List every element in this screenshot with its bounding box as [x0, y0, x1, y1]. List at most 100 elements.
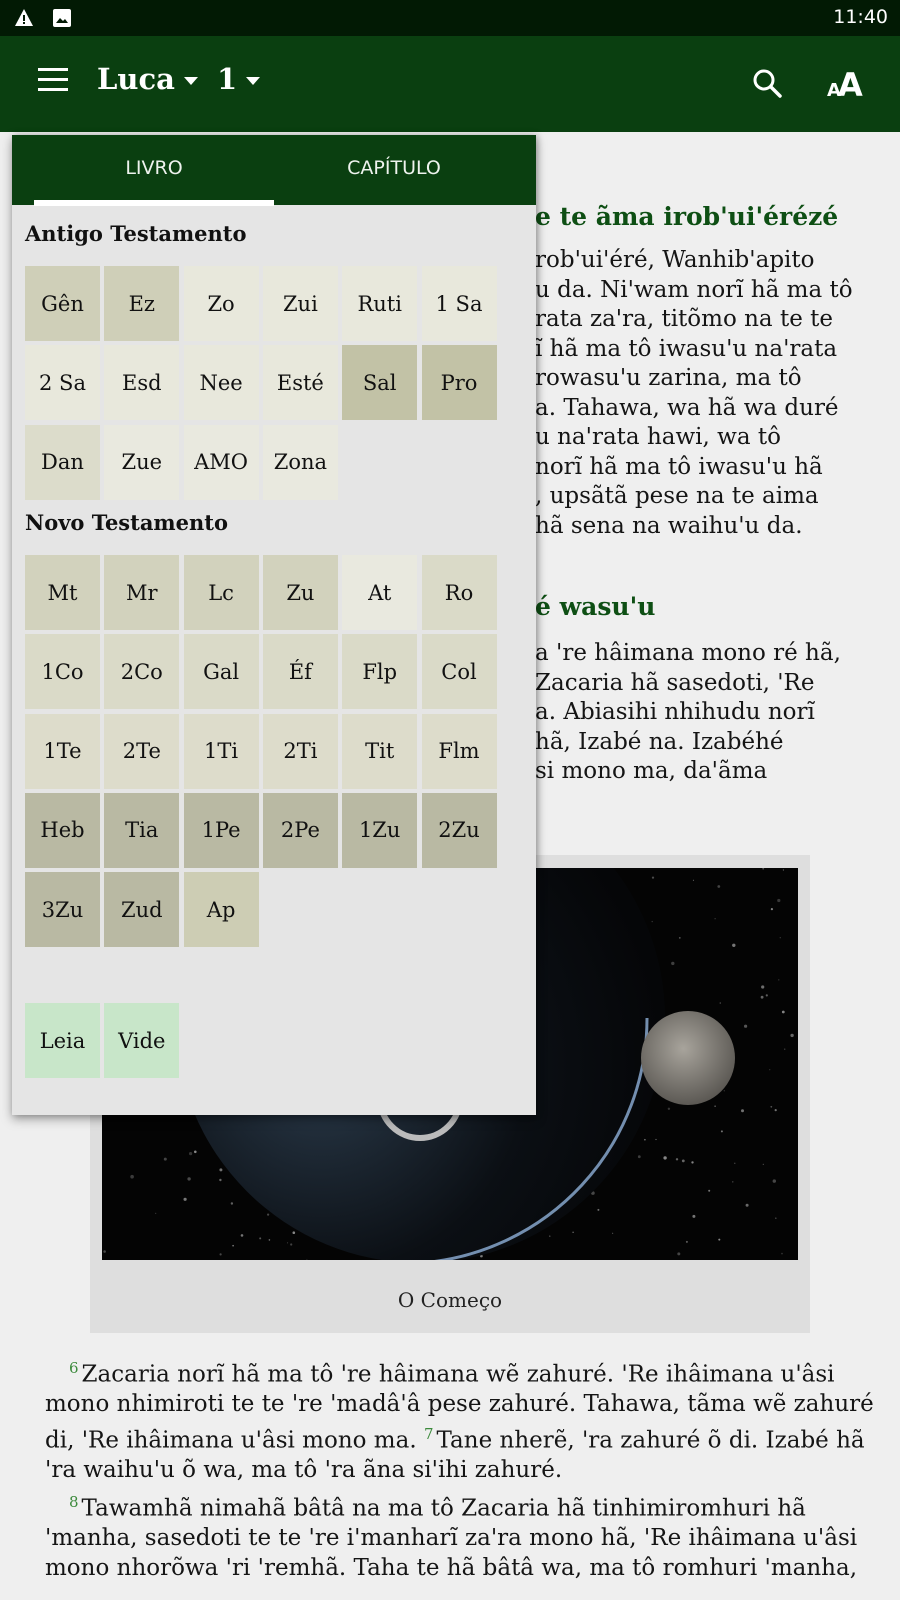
- warning-icon: [15, 9, 33, 26]
- star: [306, 1258, 308, 1260]
- book-tile-zui[interactable]: Zui: [262, 266, 338, 341]
- star: [765, 994, 768, 997]
- star: [230, 1202, 234, 1205]
- book-tile-flm[interactable]: Flm: [421, 713, 497, 789]
- book-tile-1te[interactable]: 1Te: [25, 713, 100, 789]
- book-tile-gên[interactable]: Gên: [25, 266, 100, 341]
- star: [732, 943, 736, 947]
- book-tile-ap[interactable]: Ap: [183, 872, 259, 948]
- text-line: u na'rata hawi, wa tô: [535, 424, 781, 450]
- book-tile-2zu[interactable]: 2Zu: [421, 792, 497, 868]
- star: [714, 1105, 716, 1107]
- old-testament-title: Antigo Testamento: [25, 221, 247, 246]
- book-chooser-panel: LIVRO CAPÍTULO Antigo Testamento Gên Ez Zo…: [12, 135, 536, 1115]
- book-tile-esté[interactable]: Esté: [262, 345, 338, 421]
- star: [772, 1179, 776, 1183]
- book-tile-ruti[interactable]: Ruti: [342, 266, 418, 341]
- star: [781, 1010, 785, 1014]
- star: [770, 908, 774, 911]
- star: [769, 1069, 771, 1071]
- book-tile-zu[interactable]: Zu: [262, 555, 338, 630]
- text-line: norĩ hã ma tô iwasu'u hã: [535, 453, 823, 480]
- book-tile-zona[interactable]: Zona: [262, 424, 338, 500]
- extra-tile-leia[interactable]: Leia: [25, 1003, 100, 1078]
- star: [219, 1253, 222, 1256]
- text-size-icon[interactable]: A A: [820, 60, 868, 108]
- star: [723, 1090, 725, 1092]
- book-tile-esd[interactable]: Esd: [104, 345, 180, 421]
- tab-livro[interactable]: LIVRO: [34, 135, 274, 205]
- star: [681, 1159, 685, 1163]
- book-tile-dan[interactable]: Dan: [25, 424, 100, 500]
- book-tile-ez[interactable]: Ez: [104, 266, 180, 341]
- verse-text: mono nhorõwa 'ri 'remhã. Taha te hã bâtâ…: [45, 1554, 858, 1581]
- book-tile-1zu[interactable]: 1Zu: [342, 792, 418, 868]
- book-tile-nee[interactable]: Nee: [183, 345, 259, 421]
- book-tile-2ti[interactable]: 2Ti: [262, 713, 338, 789]
- search-icon[interactable]: [744, 60, 792, 108]
- book-tile-sal[interactable]: Sal: [342, 345, 418, 421]
- chapter-dropdown[interactable]: 1: [217, 62, 261, 96]
- book-tile-2sa[interactable]: 2 Sa: [25, 345, 100, 421]
- book-tile-3zu[interactable]: 3Zu: [25, 872, 100, 948]
- book-tile-col[interactable]: Col: [421, 634, 497, 710]
- book-tile-éf[interactable]: Éf: [262, 634, 338, 710]
- extra-tile-vide[interactable]: Vide: [104, 1003, 180, 1078]
- tab-capitulo[interactable]: CAPÍTULO: [274, 135, 514, 205]
- svg-text:A: A: [838, 66, 863, 104]
- verse-text: mono nhimiroti te te 're 'madâ'â pese za…: [45, 1391, 874, 1418]
- paragraph: 8 Tawamhã nimahã bâtâ na ma tô Zacaria hã…: [45, 1488, 857, 1583]
- book-tile-1pe[interactable]: 1Pe: [183, 792, 259, 868]
- book-tile-tit[interactable]: Tit: [342, 713, 418, 789]
- book-tile-1sa[interactable]: 1 Sa: [421, 266, 497, 341]
- book-dropdown[interactable]: Luca: [97, 62, 198, 96]
- star: [779, 937, 781, 939]
- book-tile-amo[interactable]: AMO: [183, 424, 259, 500]
- book-tile-1ti[interactable]: 1Ti: [183, 713, 259, 789]
- tab-selected-indicator: [34, 200, 274, 206]
- star: [744, 1024, 748, 1028]
- star: [692, 879, 694, 881]
- star: [745, 1203, 749, 1207]
- star: [778, 979, 780, 981]
- book-tile-1co[interactable]: 1Co: [25, 634, 100, 710]
- new-testament-title: Novo Testamento: [25, 510, 228, 535]
- text-line: si mono ma, da'ãma: [535, 758, 768, 784]
- book-tile-2co[interactable]: 2Co: [104, 634, 180, 710]
- text-line: u da. Ni'wam norĩ hã ma tô: [535, 276, 853, 303]
- book-tile-gal[interactable]: Gal: [183, 634, 259, 710]
- book-tile-at[interactable]: At: [342, 555, 418, 630]
- star: [732, 1181, 734, 1183]
- star: [741, 1109, 744, 1113]
- book-tile-flp[interactable]: Flp: [342, 634, 418, 710]
- book-tile-lc[interactable]: Lc: [183, 555, 259, 630]
- book-tile-zue[interactable]: Zue: [104, 424, 180, 500]
- star: [612, 1232, 614, 1234]
- star: [790, 1033, 794, 1038]
- book-tile-tia[interactable]: Tia: [104, 792, 180, 868]
- star: [781, 1252, 783, 1255]
- star: [714, 918, 716, 920]
- verse-number: 8: [69, 1493, 79, 1511]
- star: [760, 995, 764, 999]
- book-tile-heb[interactable]: Heb: [25, 792, 100, 868]
- book-tile-2te[interactable]: 2Te: [104, 713, 180, 789]
- text-line: rob'ui'éré, Wanhib'apito: [535, 247, 815, 273]
- verse-number: 6: [69, 1359, 79, 1377]
- star: [692, 1214, 696, 1218]
- book-tile-mr[interactable]: Mr: [104, 555, 180, 630]
- text-line: a. Abiasihi nhihudu norĩ: [535, 699, 815, 725]
- star: [761, 985, 765, 989]
- clock: 11:40: [833, 6, 888, 28]
- book-tile-pro[interactable]: Pro: [421, 345, 497, 421]
- star: [663, 1156, 667, 1160]
- status-bar: 11:40: [0, 0, 900, 36]
- book-tile-ro[interactable]: Ro: [421, 555, 497, 630]
- star: [219, 1178, 222, 1182]
- book-tile-zud[interactable]: Zud: [104, 872, 180, 948]
- book-tile-mt[interactable]: Mt: [25, 555, 100, 630]
- book-tile-zo[interactable]: Zo: [183, 266, 259, 341]
- book-tile-2pe[interactable]: 2Pe: [262, 792, 338, 868]
- chapter-number: 1: [217, 62, 238, 96]
- hamburger-menu-icon[interactable]: [38, 68, 68, 96]
